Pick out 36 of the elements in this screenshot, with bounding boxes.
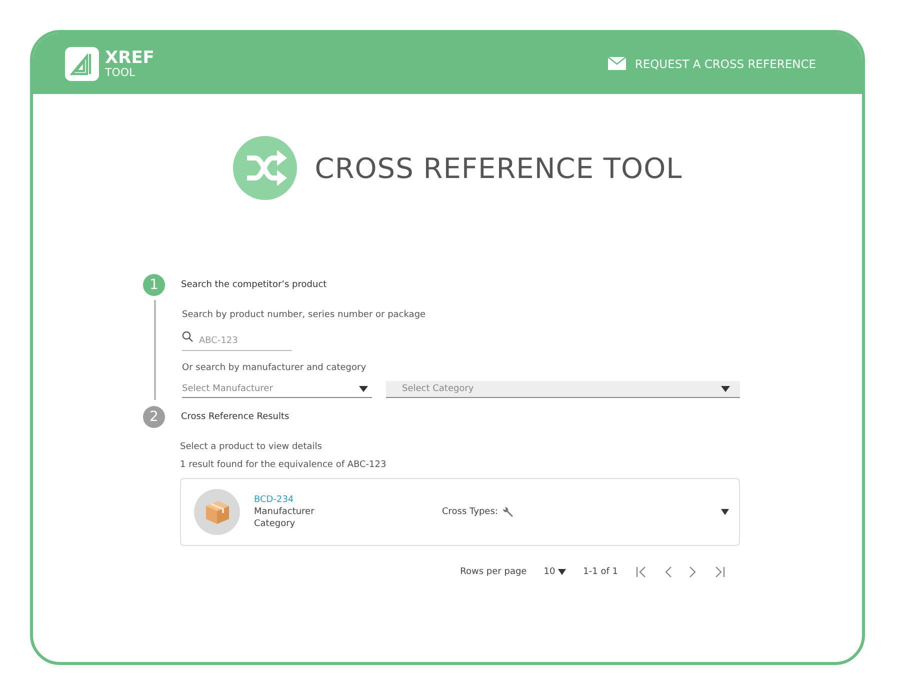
select-field[interactable]: Select Manufacturer: [182, 381, 372, 398]
rows-per-page-select[interactable]: 10: [544, 567, 566, 577]
step-title: Search the competitor’s product: [181, 280, 327, 290]
results-hint: Select a product to view details: [180, 442, 323, 452]
rows-per-page-label: Rows per page: [460, 567, 527, 577]
page-range: 1-1 of 1: [583, 567, 618, 577]
caret-icon: [558, 569, 566, 575]
product-link[interactable]: BCD-234: [254, 495, 442, 505]
wrench-icon: [502, 506, 514, 518]
caret-icon: [721, 386, 730, 392]
category-label: Category: [254, 519, 296, 529]
search-field[interactable]: ABC-123: [182, 334, 292, 351]
next-page-icon[interactable]: [689, 566, 697, 578]
results-summary: 1 result found for the equivalence of ABC-123: [180, 460, 388, 470]
result-card[interactable]: BCD-234 Manufacturer Category Cross Types:: [180, 478, 740, 546]
request-link[interactable]: REQUEST A CROSS REFERENCE: [608, 56, 816, 70]
logo-icon: [65, 46, 99, 80]
box-icon: [194, 489, 240, 535]
search-hint: Search by product number, series number or package: [182, 310, 427, 320]
cross-types-label: Cross Types:: [442, 507, 498, 517]
search-icon: [182, 331, 193, 342]
caret-icon: [359, 386, 368, 392]
first-page-icon[interactable]: [635, 566, 647, 578]
step-number: 2: [143, 406, 165, 428]
step-number: 1: [143, 274, 165, 296]
last-page-icon[interactable]: [714, 566, 726, 578]
logo-title: XREF: [105, 50, 154, 66]
previous-page-icon[interactable]: [664, 566, 672, 578]
filter-hint: Or search by manufacturer and category: [182, 363, 368, 373]
mail-icon: [608, 57, 626, 70]
manufacturer-label: Manufacturer: [254, 507, 316, 517]
logo-subtitle: TOOL: [105, 66, 136, 78]
shuffle-icon: [232, 136, 297, 200]
caret-icon[interactable]: [721, 509, 729, 515]
step-title: Cross Reference Results: [181, 412, 290, 422]
page-title: CROSS REFERENCE TOOL: [314, 152, 682, 184]
